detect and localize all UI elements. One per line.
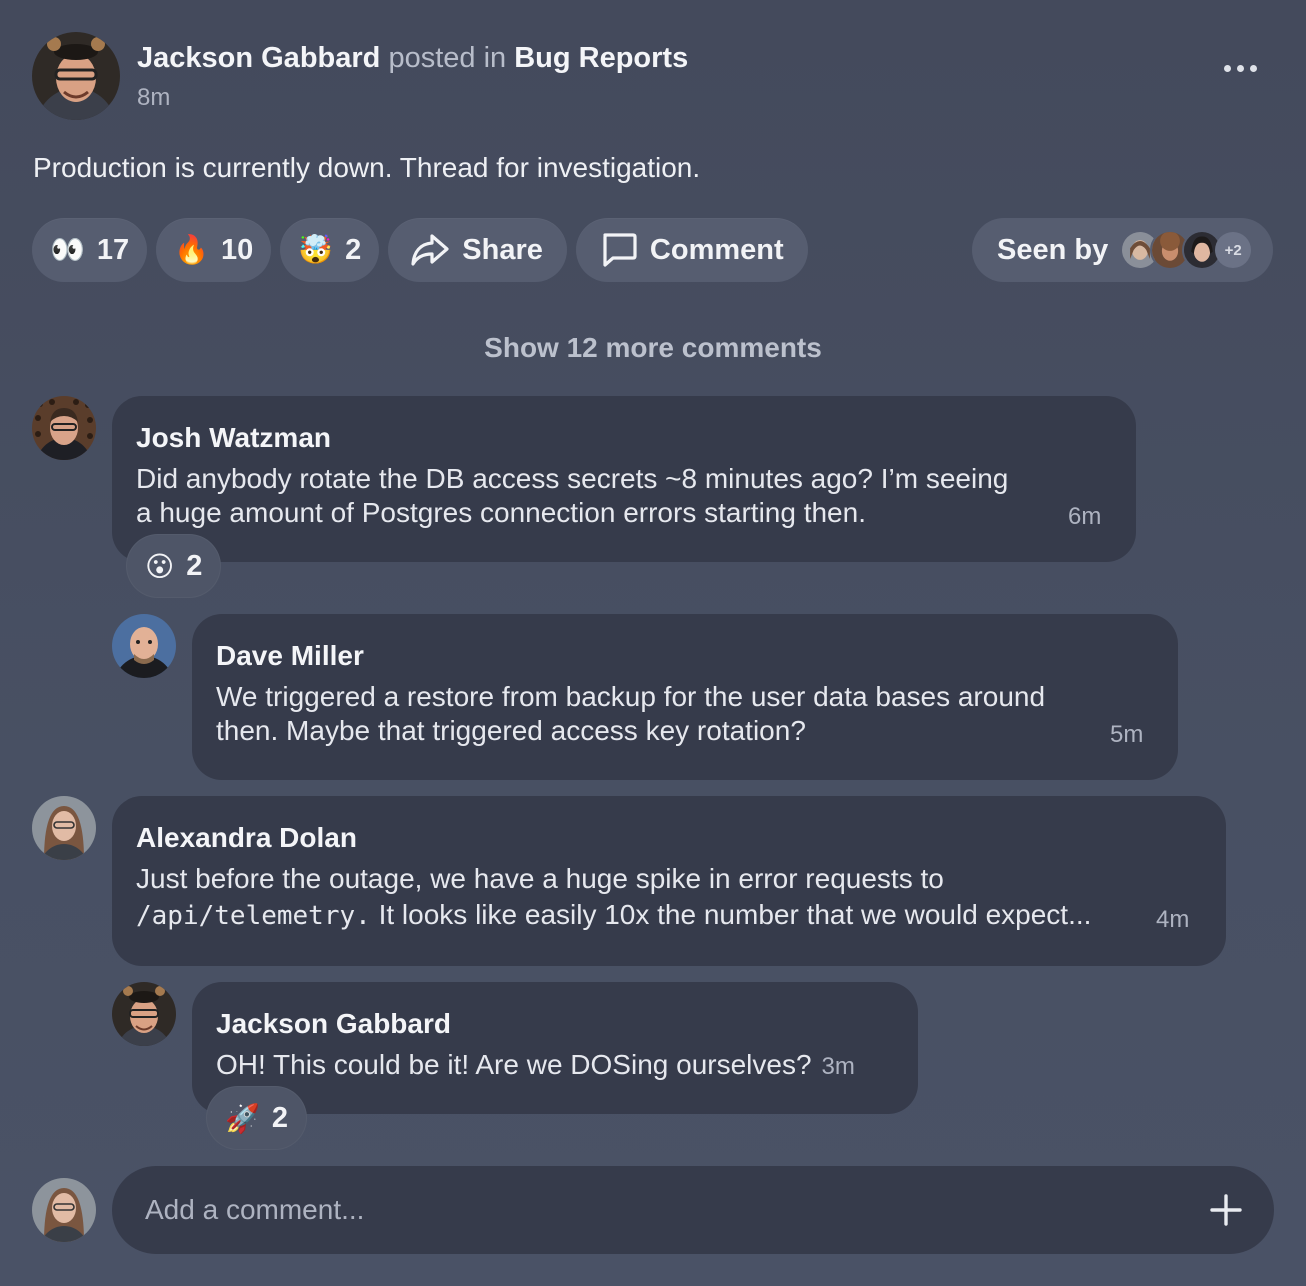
author-avatar[interactable] [32, 32, 120, 120]
rocket-emoji-icon: 🚀 [225, 1102, 260, 1134]
reaction-count: 2 [186, 549, 203, 582]
plus-icon [1210, 1194, 1242, 1226]
reaction-exploding-head-button[interactable]: 🤯 2 [280, 218, 380, 282]
comment-text: Just before the outage, we have a huge s… [136, 862, 1091, 933]
speech-bubble-icon [603, 233, 637, 267]
current-user-avatar [32, 1178, 96, 1242]
comment-text-line: /api/telemetry. It looks like easily 10x… [136, 898, 1091, 933]
comment-text-line: then. Maybe that triggered access key ro… [216, 715, 806, 746]
exploding-head-emoji-icon: 🤯 [298, 234, 334, 265]
reaction-count: 2 [271, 1101, 289, 1134]
comment-button[interactable]: Comment [575, 218, 808, 282]
reaction-count: 17 [96, 233, 130, 266]
seen-by-button[interactable]: Seen by +2 [972, 218, 1273, 282]
reaction-eyes-button[interactable]: 👀 17 [32, 218, 148, 282]
comment-text: Did anybody rotate the DB access secrets… [136, 462, 1008, 530]
comment-timestamp: 3m [821, 1053, 855, 1080]
reaction-count: 2 [345, 233, 362, 266]
comment-bubble: Josh Watzman Did anybody rotate the DB a… [112, 396, 1136, 562]
add-attachment-button[interactable] [1204, 1188, 1248, 1232]
comment-text: We triggered a restore from backup for t… [216, 680, 1045, 748]
commenter-avatar[interactable] [32, 796, 96, 860]
post-action-bar: 👀 17 🔥 10 🤯 2 Share Comment [32, 218, 808, 282]
comment-text-line: Did anybody rotate the DB access secrets… [136, 463, 1009, 494]
comment-reaction-surprised-button[interactable]: 😮 2 [126, 534, 222, 598]
code-snippet: /api/telemetry. [136, 901, 371, 931]
comment-timestamp: 4m [1156, 906, 1190, 933]
comment-author[interactable]: Alexandra Dolan [136, 822, 357, 854]
share-button[interactable]: Share [388, 218, 567, 282]
comment-timestamp: 6m [1068, 503, 1102, 530]
commenter-avatar[interactable] [32, 396, 96, 460]
commenter-avatar[interactable] [112, 614, 176, 678]
comment-text-line: a huge amount of Postgres connection err… [136, 497, 866, 528]
add-comment-box [112, 1166, 1274, 1254]
comment-timestamp: 5m [1110, 721, 1144, 748]
commenter-avatar[interactable] [112, 982, 176, 1046]
comment-text-line: Just before the outage, we have a huge s… [136, 863, 944, 894]
post-header: Jackson Gabbard posted in Bug Reports 8m [32, 32, 1272, 122]
comment-bubble: Dave Miller We triggered a restore from … [192, 614, 1178, 780]
reaction-count: 10 [221, 233, 254, 266]
post-body: Production is currently down. Thread for… [33, 152, 701, 183]
comment-author[interactable]: Josh Watzman [136, 422, 331, 454]
fire-emoji-icon: 🔥 [174, 234, 210, 265]
seen-by-more-count: +2 [1215, 232, 1252, 268]
share-arrow-icon [411, 234, 449, 266]
ellipsis-icon [1223, 64, 1231, 72]
comment-author[interactable]: Dave Miller [216, 640, 364, 672]
post-author-name[interactable]: Jackson Gabbard [137, 42, 380, 74]
posted-in-text: posted in [388, 42, 507, 74]
comment-bubble: Alexandra Dolan Just before the outage, … [112, 796, 1226, 966]
comment-label: Comment [649, 233, 784, 266]
post-channel-link[interactable]: Bug Reports [514, 42, 688, 74]
comment-text-rest: It looks like easily 10x the number that… [370, 899, 1092, 930]
reaction-fire-button[interactable]: 🔥 10 [156, 218, 272, 282]
comment-bubble: Jackson Gabbard OH! This could be it! Ar… [192, 982, 918, 1114]
comment-text-line: We triggered a restore from backup for t… [216, 681, 1046, 712]
post-timestamp: 8m [137, 84, 171, 111]
post-author-line: Jackson Gabbard posted in Bug Reports [137, 42, 688, 75]
comment-text-line: OH! This could be it! Are we DOSing ours… [216, 1049, 812, 1080]
more-options-button[interactable] [1220, 58, 1260, 78]
add-comment-input[interactable] [112, 1166, 1274, 1254]
seen-by-label: Seen by [997, 233, 1109, 266]
comment-author[interactable]: Jackson Gabbard [216, 1008, 451, 1040]
eyes-emoji-icon: 👀 [50, 234, 85, 265]
show-more-comments-link[interactable]: Show 12 more comments [0, 332, 1306, 364]
share-label: Share [462, 233, 543, 266]
surprised-emoji-icon: 😮 [145, 550, 175, 582]
comment-reaction-rocket-button[interactable]: 🚀 2 [206, 1086, 308, 1150]
comment-text: OH! This could be it! Are we DOSing ours… [216, 1048, 855, 1084]
seen-by-avatars: +2 [1120, 230, 1260, 270]
